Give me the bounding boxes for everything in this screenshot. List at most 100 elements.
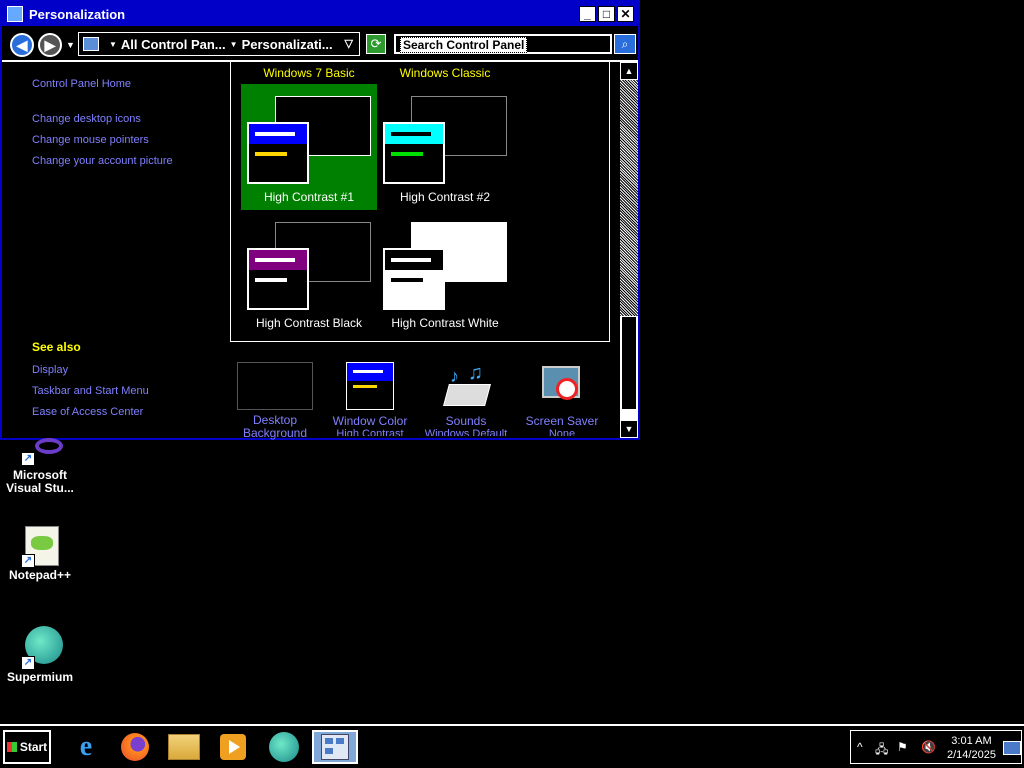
theme-name: High Contrast #2 — [399, 190, 491, 204]
display-link[interactable]: Display — [32, 364, 68, 376]
theme-preview-window — [383, 248, 445, 310]
window-color-label: Window Color — [332, 414, 408, 428]
theme-name: High Contrast Black — [255, 316, 363, 330]
scroll-track[interactable] — [620, 80, 638, 316]
firefox-icon — [121, 733, 149, 761]
change-desktop-icons-link[interactable]: Change desktop icons — [32, 113, 141, 125]
title-bar[interactable]: Personalization _ □ ✕ — [2, 2, 638, 26]
sounds-label: Sounds — [445, 414, 487, 428]
desktop-icon-label: Notepad++ — [8, 568, 71, 582]
theme-name: High Contrast White — [391, 316, 499, 330]
breadcrumb-all-control-panel[interactable]: All Control Pan... — [121, 37, 226, 52]
scroll-down-arrow-icon[interactable]: ▼ — [620, 420, 638, 438]
scroll-up-arrow-icon[interactable]: ▲ — [620, 62, 638, 80]
taskbar-start-menu-link[interactable]: Taskbar and Start Menu — [32, 385, 149, 397]
chevron-icon: ▼ — [229, 39, 238, 49]
taskbar-control-panel[interactable] — [312, 730, 358, 764]
network-icon[interactable]: 🖧 — [875, 740, 888, 761]
clock-time: 3:01 AM — [951, 735, 992, 747]
theme-name: High Contrast #1 — [263, 190, 355, 204]
see-also-heading: See also — [32, 340, 81, 354]
chevron-icon: ▼ — [109, 39, 117, 49]
taskbar-firefox[interactable] — [113, 730, 157, 764]
volume-muted-icon[interactable]: 🔇 — [921, 740, 936, 754]
start-button[interactable]: Start — [3, 730, 51, 764]
desktop-icon-label: Supermium — [6, 670, 73, 684]
theme-label-windows-classic[interactable]: Windows Classic — [377, 66, 513, 80]
theme-label-windows-7-basic[interactable]: Windows 7 Basic — [241, 66, 377, 80]
control-panel-home-link[interactable]: Control Panel Home — [32, 78, 131, 90]
themes-panel: Windows 7 Basic Windows Classic High Con… — [230, 62, 610, 342]
show-desktop-button[interactable] — [1003, 741, 1021, 755]
address-bar[interactable]: ▼ All Control Pan... ▼ Personalizati... … — [78, 32, 360, 56]
taskbar-internet-explorer[interactable]: e — [64, 730, 108, 764]
sounds-value: Windows Default — [424, 428, 508, 436]
search-input[interactable]: Search Control Panel — [394, 34, 612, 54]
window-color-value: High Contrast — [336, 428, 404, 436]
address-toolbar: ◀ ▶ ▼ ▼ All Control Pan... ▼ Personaliza… — [2, 26, 638, 62]
change-account-picture-link[interactable]: Change your account picture — [32, 155, 173, 167]
breadcrumb-personalization[interactable]: Personalizati... — [242, 37, 333, 52]
desktop-icon-notepad-plus-plus[interactable]: ↗ Notepad++ — [1, 524, 79, 582]
clock[interactable]: 3:01 AM 2/14/2025 — [947, 734, 996, 762]
action-center-flag-icon[interactable]: ⚑ — [897, 740, 908, 754]
supermium-icon: ↗ — [19, 626, 63, 670]
windows-logo-icon — [6, 742, 17, 752]
theme-high-contrast-black[interactable]: High Contrast Black — [241, 210, 377, 336]
control-panel-icon — [7, 6, 23, 22]
taskbar-supermium[interactable] — [262, 730, 306, 764]
system-tray: ^ 🖧 ⚑ 🔇 3:01 AM 2/14/2025 — [850, 730, 1022, 764]
refresh-button[interactable]: ⟳ — [366, 34, 386, 54]
media-player-icon — [220, 734, 246, 760]
internet-explorer-icon: e — [79, 731, 93, 762]
theme-high-contrast-1[interactable]: High Contrast #1 — [241, 84, 377, 210]
screen-saver-item[interactable]: Screen Saver None — [519, 362, 605, 436]
desktop-icon-label: Microsoft Visual Stu... — [6, 468, 74, 495]
window-title: Personalization — [29, 6, 126, 22]
control-panel-icon — [83, 37, 99, 51]
taskbar-media-player[interactable] — [211, 730, 255, 764]
screen-saver-value: None — [548, 428, 576, 436]
back-button[interactable]: ◀ — [10, 33, 34, 57]
recent-pages-dropdown-icon[interactable]: ▼ — [66, 40, 75, 50]
desktop-icon-visual-studio[interactable]: ↗ Microsoft Visual Stu... — [1, 438, 79, 495]
window-color-item[interactable]: Window Color High Contrast — [327, 362, 413, 436]
taskbar: Start e ^ 🖧 ⚑ 🔇 3:01 AM 2/14/2025 — [0, 724, 1024, 768]
theme-preview-window — [247, 248, 309, 310]
start-label: Start — [19, 740, 48, 754]
theme-preview-window — [247, 122, 309, 184]
search-placeholder: Search Control Panel — [400, 37, 528, 53]
theme-high-contrast-2[interactable]: High Contrast #2 — [377, 84, 513, 210]
minimize-button[interactable]: _ — [579, 6, 596, 22]
theme-high-contrast-white[interactable]: High Contrast White — [377, 210, 513, 336]
supermium-icon — [269, 732, 299, 762]
vertical-scrollbar[interactable]: ▲ ▼ — [620, 62, 638, 438]
address-dropdown-icon[interactable]: ▽ — [345, 37, 353, 50]
desktop-background-item[interactable]: Desktop Background — [232, 362, 318, 440]
sounds-icon: ♪ ♫ — [442, 362, 491, 410]
desktop-background-icon — [237, 362, 313, 410]
screen-saver-icon — [538, 362, 586, 410]
tasks-pane: Control Panel Home Change desktop icons … — [2, 62, 228, 438]
change-mouse-pointers-link[interactable]: Change mouse pointers — [32, 134, 149, 146]
show-hidden-icons-icon[interactable]: ^ — [857, 740, 863, 754]
scroll-thumb[interactable] — [621, 316, 637, 410]
control-panel-icon — [321, 734, 349, 760]
personalization-window[interactable]: Personalization _ □ ✕ ◀ ▶ ▼ ▼ All Contro… — [0, 0, 640, 440]
close-button[interactable]: ✕ — [617, 6, 634, 22]
desktop-icon-supermium[interactable]: ↗ Supermium — [1, 626, 79, 684]
visual-studio-icon: ↗ — [19, 438, 63, 466]
desktop-background-label: Desktop Background — [242, 414, 308, 440]
ease-of-access-link[interactable]: Ease of Access Center — [32, 406, 143, 418]
screen-saver-label: Screen Saver — [525, 414, 599, 428]
forward-button[interactable]: ▶ — [38, 33, 62, 57]
window-color-icon — [346, 362, 394, 410]
notepad-plus-plus-icon: ↗ — [19, 524, 61, 568]
maximize-button[interactable]: □ — [598, 6, 615, 22]
search-icon[interactable]: ⌕ — [614, 34, 636, 54]
sounds-item[interactable]: ♪ ♫ Sounds Windows Default — [423, 362, 509, 436]
taskbar-file-explorer[interactable] — [162, 730, 206, 764]
folder-icon — [168, 734, 200, 760]
theme-preview-window — [383, 122, 445, 184]
clock-date: 2/14/2025 — [947, 749, 996, 761]
